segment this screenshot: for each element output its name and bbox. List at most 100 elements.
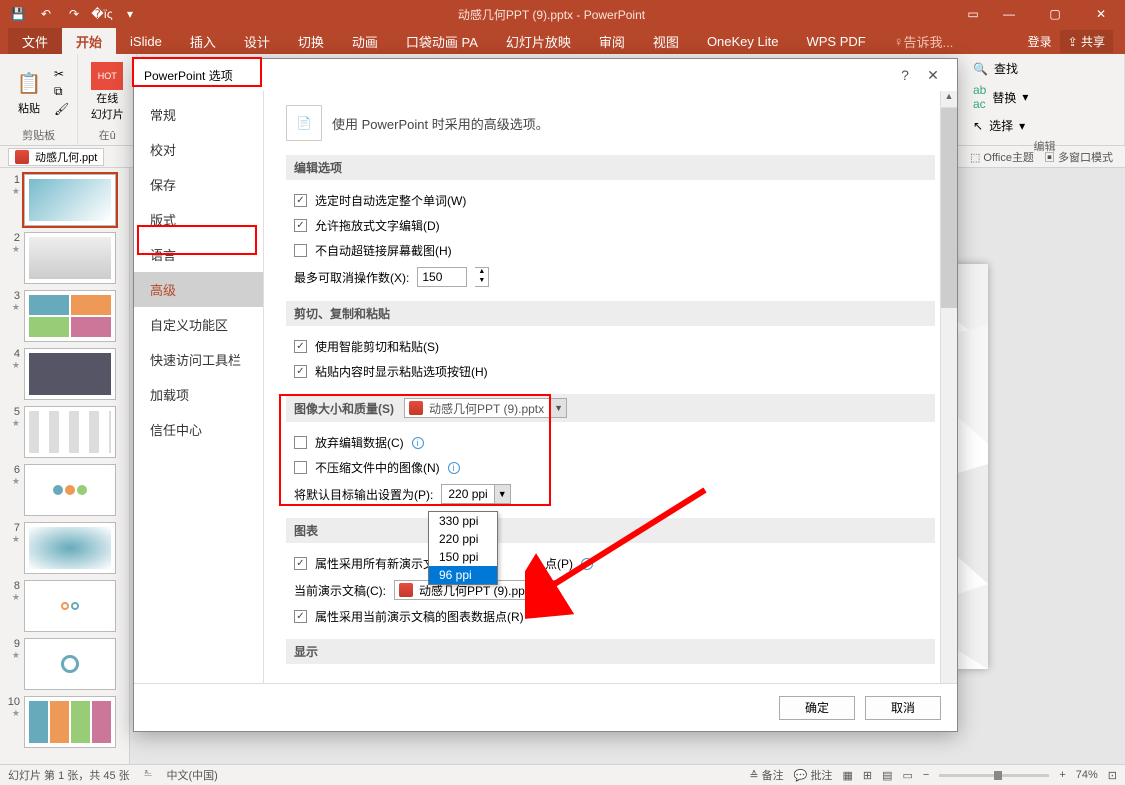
document-tab[interactable]: 动感几何.ppt — [8, 148, 104, 166]
info-icon[interactable]: i — [412, 437, 424, 449]
dialog-help-button[interactable]: ? — [891, 67, 919, 83]
window-title: 动感几何PPT (9).pptx - PowerPoint — [140, 6, 963, 23]
ppi-option-150[interactable]: 150 ppi — [429, 548, 497, 566]
theme-label: Office主题 — [983, 152, 1034, 164]
thumbnail-7[interactable]: 7★ — [4, 522, 125, 574]
tellme-input[interactable]: ♀ 告诉我... — [880, 28, 968, 54]
ok-button[interactable]: 确定 — [779, 696, 855, 720]
tab-design[interactable]: 设计 — [230, 28, 284, 54]
online-slide-button[interactable]: HOT 在线 幻灯片 — [86, 62, 128, 122]
notes-button[interactable]: ≙ 备注 — [749, 767, 783, 783]
tab-slideshow[interactable]: 幻灯片放映 — [492, 28, 585, 54]
tab-review[interactable]: 审阅 — [585, 28, 639, 54]
theme-button[interactable]: ⬚ Office主题 — [970, 149, 1034, 165]
copy-icon[interactable]: ⧉ — [54, 84, 69, 99]
undo-count-spinner[interactable]: ▲▼ — [475, 267, 489, 287]
info-icon[interactable]: i — [581, 558, 593, 570]
thumbnail-5[interactable]: 5★ — [4, 406, 125, 458]
multiwindow-button[interactable]: ▣ 多窗口模式 — [1044, 149, 1113, 165]
nav-layout[interactable]: 版式 — [134, 202, 263, 237]
close-button[interactable]: ✕ — [1081, 0, 1121, 28]
zoom-slider[interactable] — [939, 774, 1049, 777]
tab-insert[interactable]: 插入 — [176, 28, 230, 54]
ppi-option-96[interactable]: 96 ppi — [429, 566, 497, 584]
scroll-thumb[interactable] — [941, 108, 957, 308]
title-bar: 💾 ↶ ↷ �їς ▾ 动感几何PPT (9).pptx - PowerPoin… — [0, 0, 1125, 28]
tab-animations[interactable]: 动画 — [338, 28, 392, 54]
thumbnail-6[interactable]: 6★ — [4, 464, 125, 516]
zoom-in-button[interactable]: + — [1059, 769, 1065, 781]
ppi-option-220[interactable]: 220 ppi — [429, 530, 497, 548]
tab-pocket[interactable]: 口袋动画 PA — [392, 28, 492, 54]
image-document-combo[interactable]: 动感几何PPT (9).pptx ▼ — [404, 398, 567, 418]
cut-icon[interactable]: ✂ — [54, 67, 69, 81]
thumbnail-1[interactable]: 1★ — [4, 174, 125, 226]
view-slideshow-icon[interactable]: ▭ — [902, 769, 912, 782]
info-icon[interactable]: i — [448, 462, 460, 474]
save-icon[interactable]: 💾 — [8, 4, 28, 24]
nav-addins[interactable]: 加载项 — [134, 377, 263, 412]
ribbon-display-icon[interactable]: ▭ — [963, 4, 983, 24]
checkbox-auto-select-word[interactable] — [294, 194, 307, 207]
select-button[interactable]: ↖选择 ▾ — [973, 115, 1025, 136]
tab-wpspdf[interactable]: WPS PDF — [792, 28, 879, 54]
cancel-button[interactable]: 取消 — [865, 696, 941, 720]
ppi-option-330[interactable]: 330 ppi — [429, 512, 497, 530]
thumbnail-10[interactable]: 10★ — [4, 696, 125, 748]
checkbox-smart-cut-paste[interactable] — [294, 340, 307, 353]
thumbnail-8[interactable]: 8★ — [4, 580, 125, 632]
view-sorter-icon[interactable]: ⊞ — [863, 769, 872, 782]
view-normal-icon[interactable]: ▦ — [842, 769, 852, 782]
ppi-combo[interactable]: 220 ppi ▼ — [441, 484, 510, 504]
zoom-out-button[interactable]: − — [923, 769, 929, 781]
undo-count-input[interactable] — [417, 267, 467, 287]
checkbox-no-compress-images[interactable] — [294, 461, 307, 474]
zoom-value[interactable]: 74% — [1076, 769, 1098, 781]
nav-general[interactable]: 常规 — [134, 97, 263, 132]
tab-file[interactable]: 文件 — [8, 28, 62, 54]
find-button[interactable]: 🔍查找 — [973, 58, 1018, 79]
nav-save[interactable]: 保存 — [134, 167, 263, 202]
thumbnail-9[interactable]: 9★ — [4, 638, 125, 690]
replace-button[interactable]: abac替换 ▾ — [973, 81, 1028, 113]
nav-trust-center[interactable]: 信任中心 — [134, 412, 263, 447]
checkbox-chart-all-new[interactable] — [294, 557, 307, 570]
format-painter-icon[interactable]: 🖌 — [54, 102, 69, 116]
undo-icon[interactable]: ↶ — [36, 4, 56, 24]
nav-proofing[interactable]: 校对 — [134, 132, 263, 167]
tab-islide[interactable]: iSlide — [116, 28, 176, 54]
start-icon[interactable]: �їς — [92, 4, 112, 24]
tab-home[interactable]: 开始 — [62, 28, 116, 54]
checkbox-paste-options[interactable] — [294, 365, 307, 378]
view-reading-icon[interactable]: ▤ — [882, 769, 892, 782]
tab-transitions[interactable]: 切换 — [284, 28, 338, 54]
checkbox-chart-current-doc[interactable] — [294, 610, 307, 623]
checkbox-discard-edit-data[interactable] — [294, 436, 307, 449]
minimize-button[interactable]: — — [989, 0, 1029, 28]
nav-advanced[interactable]: 高级 — [134, 272, 263, 307]
thumbnail-4[interactable]: 4★ — [4, 348, 125, 400]
options-dialog: PowerPoint 选项 ? ✕ 常规 校对 保存 版式 语言 高级 自定义功… — [133, 58, 958, 732]
login-button[interactable]: 登录 — [1028, 33, 1052, 50]
nav-quick-access[interactable]: 快速访问工具栏 — [134, 342, 263, 377]
checkbox-drag-drop[interactable] — [294, 219, 307, 232]
qat-dropdown-icon[interactable]: ▾ — [120, 4, 140, 24]
nav-customize-ribbon[interactable]: 自定义功能区 — [134, 307, 263, 342]
fit-window-icon[interactable]: ⊡ — [1108, 769, 1117, 782]
tab-onekey[interactable]: OneKey Lite — [693, 28, 793, 54]
maximize-button[interactable]: ▢ — [1035, 0, 1075, 28]
redo-icon[interactable]: ↷ — [64, 4, 84, 24]
share-button[interactable]: ⇪ 共享 — [1060, 30, 1113, 53]
comments-button[interactable]: 💬 批注 — [794, 767, 833, 783]
thumbnail-3[interactable]: 3★ — [4, 290, 125, 342]
scroll-up-icon[interactable]: ▲ — [941, 91, 957, 108]
checkbox-no-hyperlink-screenshot[interactable] — [294, 244, 307, 257]
dialog-scrollbar[interactable]: ▲ — [940, 91, 957, 683]
tab-view[interactable]: 视图 — [639, 28, 693, 54]
nav-language[interactable]: 语言 — [134, 237, 263, 272]
dialog-close-button[interactable]: ✕ — [919, 67, 947, 84]
language-indicator[interactable]: 中文(中国) — [166, 767, 217, 783]
spell-icon[interactable]: ⎁ — [144, 767, 153, 783]
paste-button[interactable]: 📋 粘贴 — [8, 62, 50, 122]
thumbnail-2[interactable]: 2★ — [4, 232, 125, 284]
